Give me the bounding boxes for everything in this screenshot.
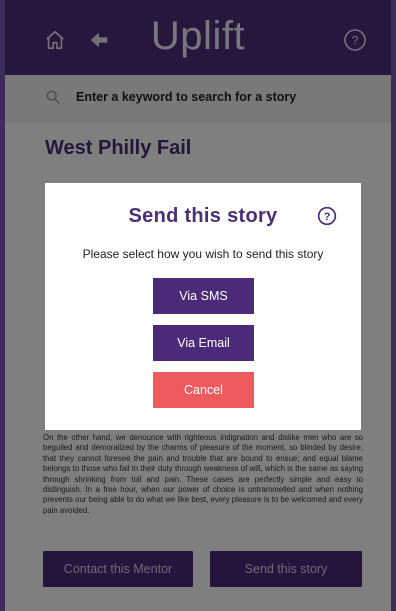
svg-text:?: ? — [324, 211, 331, 223]
app-screen: Uplift ? Enter a keyword to search for a… — [5, 0, 391, 611]
device-frame: Uplift ? Enter a keyword to search for a… — [0, 0, 396, 611]
via-email-button[interactable]: Via Email — [153, 325, 254, 361]
cancel-button[interactable]: Cancel — [153, 372, 254, 408]
dialog-title: Send this story — [128, 205, 278, 227]
send-story-dialog: Send this story ? Please select how you … — [45, 183, 361, 430]
via-sms-button[interactable]: Via SMS — [153, 278, 254, 314]
help-circle-icon[interactable]: ? — [317, 206, 337, 226]
dialog-subtitle: Please select how you wish to send this … — [82, 247, 324, 261]
